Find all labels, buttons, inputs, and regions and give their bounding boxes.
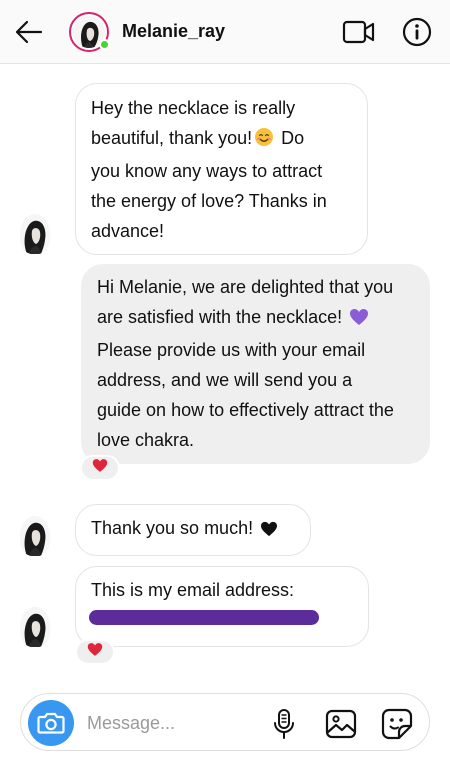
microphone-icon[interactable] bbox=[270, 708, 298, 740]
message-line: Hi Melanie, we are delighted that you bbox=[97, 277, 394, 297]
message-line: Thank you so much! bbox=[91, 513, 296, 546]
message-line: are satisfied with the necklace! bbox=[97, 302, 416, 335]
sticker-icon[interactable] bbox=[380, 707, 414, 741]
video-call-icon[interactable] bbox=[342, 18, 376, 46]
camera-icon[interactable] bbox=[28, 700, 74, 746]
message-line: beautiful, thank you! Do bbox=[91, 123, 353, 156]
message-reaction[interactable] bbox=[75, 639, 115, 665]
message-line: This is my email address: bbox=[91, 580, 295, 600]
gallery-icon[interactable] bbox=[324, 708, 358, 740]
message-line: you know any ways to attract bbox=[91, 161, 323, 181]
message-line: love chakra. bbox=[97, 430, 195, 450]
message-line: the energy of love? Thanks in bbox=[91, 191, 327, 211]
sender-avatar[interactable] bbox=[20, 214, 50, 254]
message-bubble-outgoing[interactable]: Hi Melanie, we are delighted that you ar… bbox=[81, 264, 430, 464]
message-line: address, and we will send you a bbox=[97, 370, 353, 390]
online-status-dot bbox=[99, 39, 110, 50]
sender-avatar[interactable] bbox=[20, 607, 50, 647]
message-line: Please provide us with your email bbox=[97, 340, 366, 360]
message-line: Hey the necklace is really bbox=[91, 98, 296, 118]
message-reaction[interactable] bbox=[80, 455, 120, 481]
message-bubble-incoming[interactable]: Hey the necklace is really beautiful, th… bbox=[75, 83, 368, 255]
redacted-email bbox=[89, 610, 319, 625]
back-arrow-icon[interactable] bbox=[14, 18, 44, 46]
message-line: advance! bbox=[91, 221, 165, 241]
red-heart-emoji-icon bbox=[92, 458, 108, 478]
red-heart-emoji-icon bbox=[87, 642, 103, 662]
purple-heart-emoji-icon bbox=[349, 305, 369, 335]
message-input[interactable] bbox=[87, 707, 267, 739]
message-bubble-incoming[interactable]: Thank you so much! bbox=[75, 504, 311, 556]
smiling-face-emoji-icon bbox=[254, 126, 274, 156]
message-bubble-incoming[interactable]: This is my email address: bbox=[75, 566, 369, 647]
black-heart-emoji-icon bbox=[260, 516, 278, 546]
sender-avatar[interactable] bbox=[20, 516, 50, 556]
info-icon[interactable] bbox=[402, 17, 432, 47]
contact-username[interactable]: Melanie_ray bbox=[122, 21, 225, 42]
chat-header: Melanie_ray bbox=[0, 0, 450, 64]
message-composer bbox=[20, 693, 430, 751]
message-line: guide on how to effectively attract the bbox=[97, 400, 394, 420]
